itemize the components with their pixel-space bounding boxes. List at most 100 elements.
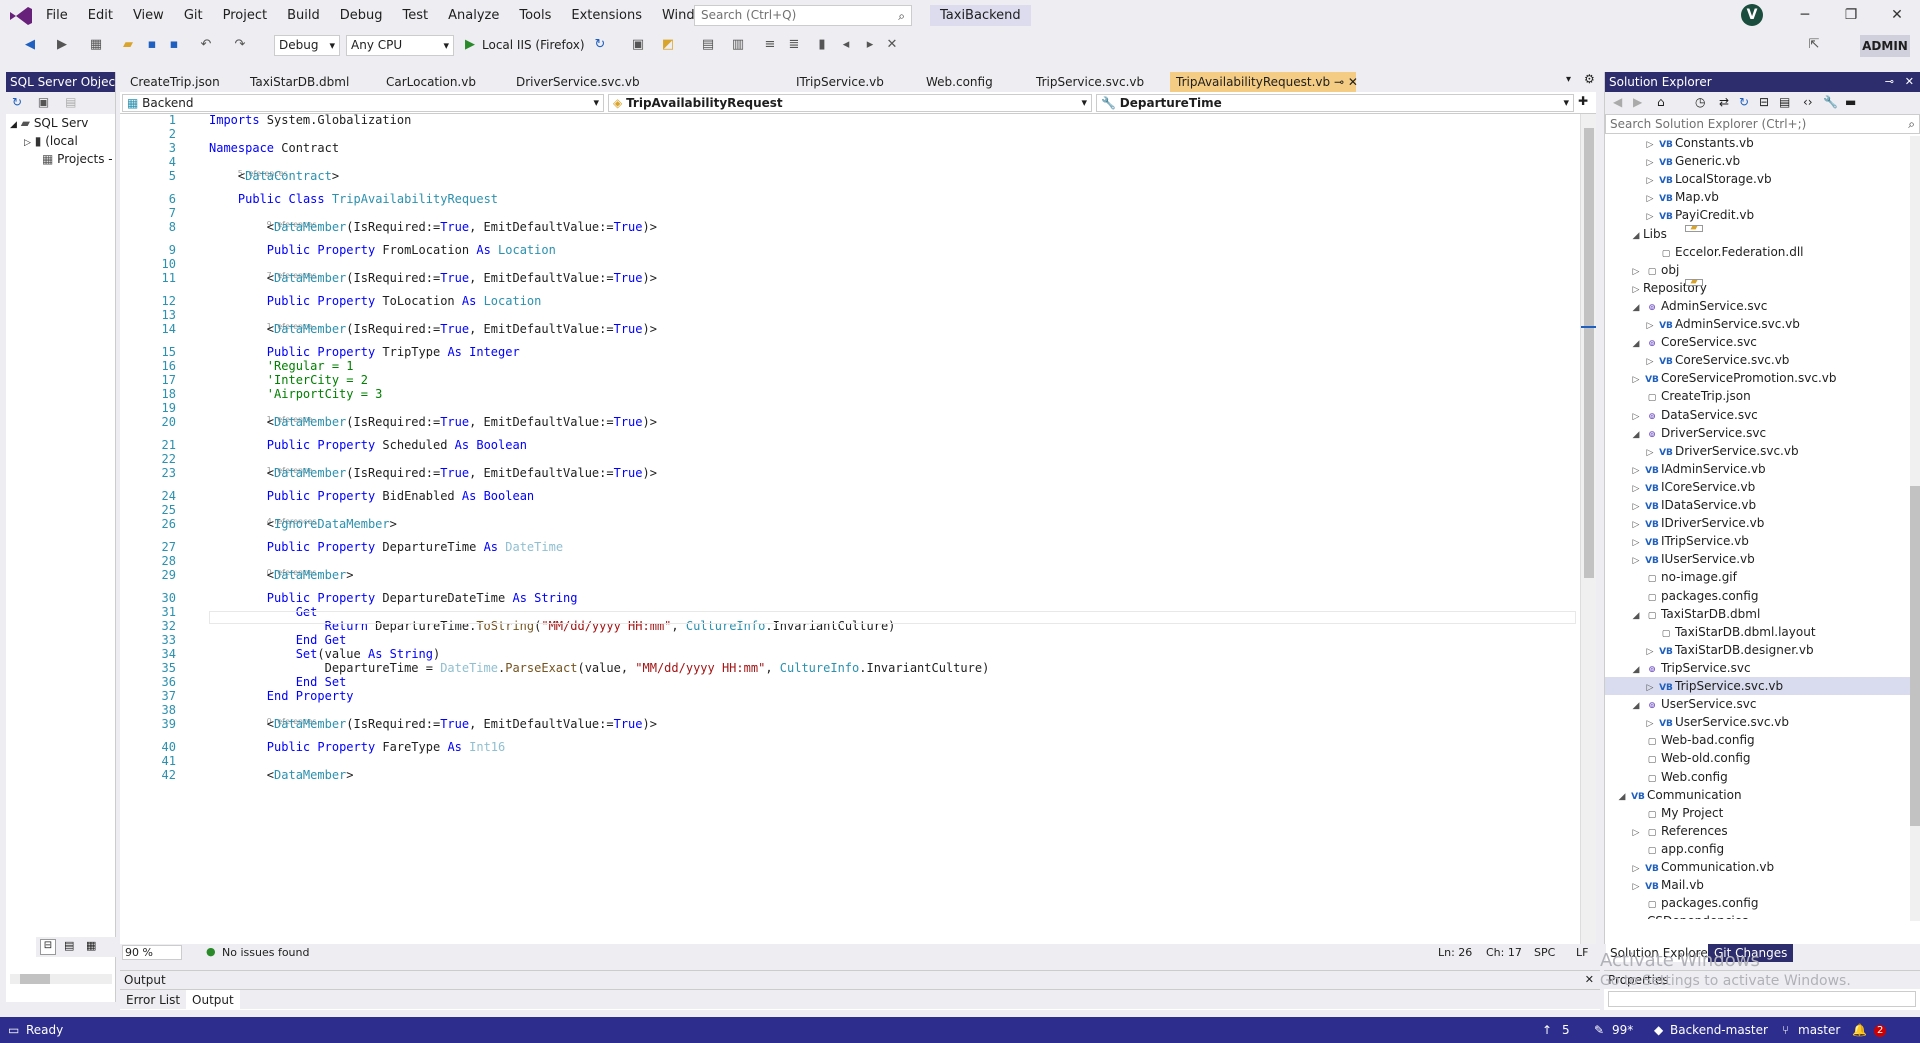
restore-icon[interactable]: ❐ [1828, 0, 1874, 31]
menu-extensions[interactable]: Extensions [561, 0, 652, 31]
tab-dropdown-icon[interactable]: ▾ [1566, 74, 1571, 85]
whitespace-mode[interactable]: SPC [1534, 946, 1555, 959]
admin-button[interactable]: ADMIN [1860, 35, 1910, 57]
code-line[interactable]: Set(value As String) [209, 647, 441, 661]
code-line[interactable]: Public Property Scheduled As Boolean [209, 438, 527, 452]
code-line[interactable]: Namespace Contract [209, 141, 339, 155]
code-line[interactable]: <DataMember(IsRequired:=True, EmitDefaul… [209, 271, 657, 285]
solution-tree-item[interactable]: ▷ VB Map.vb [1605, 188, 1911, 206]
redo-icon[interactable]: ↷ [232, 36, 248, 54]
indent-icon[interactable]: ≡ [762, 36, 778, 54]
code-line[interactable]: Public Property ToLocation As Location [209, 294, 542, 308]
code-line[interactable]: Imports System.Globalization [209, 114, 411, 127]
menu-view[interactable]: View [123, 0, 174, 31]
solution-tree-item[interactable]: ▷ VB IDriverService.vb [1605, 514, 1911, 532]
solution-tree-item[interactable]: ◢ ⊚ UserService.svc [1605, 695, 1911, 713]
changes-count[interactable]: 99* [1612, 1017, 1633, 1043]
add-icon[interactable]: ✚ [1578, 94, 1588, 108]
branch-icon[interactable]: ⑂ [1782, 1017, 1789, 1043]
run-target-button[interactable]: Local IIS (Firefox) [482, 35, 585, 55]
code-line[interactable]: <DataMember> [209, 768, 354, 782]
solution-tree-item[interactable]: ▢ app.config [1605, 840, 1911, 858]
solution-tree-item[interactable]: ▷ VB DriverService.svc.vb [1605, 442, 1911, 460]
properties-icon[interactable]: 🔧 [1823, 95, 1838, 109]
solution-tree-item[interactable]: ◢ ▢ TaxiStarDB.dbml [1605, 605, 1911, 623]
solution-tree-item[interactable]: ▷ VB CoreServicePromotion.svc.vb [1605, 369, 1911, 387]
toolbar-icon-c[interactable]: ▤ [700, 36, 716, 54]
repository-name[interactable]: Backend-master [1670, 1017, 1768, 1043]
pencil-icon[interactable]: ✎ [1594, 1017, 1604, 1043]
menu-edit[interactable]: Edit [78, 0, 123, 31]
menu-test[interactable]: Test [393, 0, 439, 31]
close-icon[interactable]: ✕ [1874, 0, 1920, 31]
code-editor[interactable]: 1 Imports System.Globalization 2 3 Namespace… [120, 114, 1596, 944]
solution-tree-item[interactable]: ▷ VB TaxiStarDB.designer.vb [1605, 641, 1911, 659]
tab-carlocation-vb[interactable]: CarLocation.vb [380, 72, 504, 92]
code-line[interactable]: 'InterCity = 2 [209, 373, 368, 387]
code-line[interactable]: DepartureTime = DateTime.ParseExact(valu… [209, 661, 990, 675]
solution-tree-item[interactable]: ▷ VB AdminService.svc.vb [1605, 315, 1911, 333]
solution-tree-item[interactable]: ▢ Web-bad.config [1605, 731, 1911, 749]
code-line[interactable]: Public Class TripAvailabilityRequest [209, 192, 498, 206]
code-line[interactable]: Public Property DepartureTime As DateTim… [209, 540, 563, 554]
tree-item-sql-server[interactable]: ◢ ▰ SQL Serv [6, 114, 115, 132]
avatar[interactable]: V [1741, 4, 1763, 26]
tab-icon-c[interactable]: ▦ [86, 939, 96, 952]
refresh-icon[interactable]: ↻ [592, 36, 608, 54]
undo-icon[interactable]: ↶ [198, 36, 214, 54]
repository-icon[interactable]: ◆ [1654, 1017, 1663, 1043]
menu-analyze[interactable]: Analyze [438, 0, 509, 31]
solution-tree-item[interactable]: ▷ ▢ obj [1605, 261, 1911, 279]
tab-itripservice-vb[interactable]: ITripService.vb [790, 72, 912, 92]
solution-tree-item[interactable]: ▷ VB IDataService.vb [1605, 496, 1911, 514]
zoom-select[interactable]: 90 % [122, 945, 182, 960]
tab-tripavailabilityrequest-vb[interactable]: TripAvailabilityRequest.vb ⊸ ✕ [1170, 72, 1358, 92]
push-icon[interactable]: ↑ [1542, 1017, 1552, 1043]
forward-icon[interactable]: ▶ [1633, 95, 1642, 109]
refresh-icon[interactable]: ↻ [1739, 95, 1749, 109]
configuration-select[interactable]: Debug [274, 35, 340, 56]
vertical-scrollbar[interactable] [1580, 114, 1596, 944]
add-server-icon[interactable]: ▣ [32, 92, 55, 112]
tab-icon-b[interactable]: ▤ [64, 939, 74, 952]
menu-tools[interactable]: Tools [509, 0, 561, 31]
output-close-icon[interactable]: ✕ [1585, 973, 1594, 986]
solution-tree-item[interactable]: ▷ VB Constants.vb [1605, 134, 1911, 152]
solution-tree-item[interactable]: ▷ VB LocalStorage.vb [1605, 170, 1911, 188]
sync-icon[interactable]: ⇄ [1719, 95, 1729, 109]
code-line[interactable]: <IgnoreDataMember> [209, 517, 397, 531]
refresh-icon[interactable]: ↻ [6, 92, 28, 112]
horizontal-scrollbar[interactable] [10, 974, 112, 984]
menu-build[interactable]: Build [277, 0, 330, 31]
branch-name[interactable]: master [1798, 1017, 1840, 1043]
disconnect-icon[interactable]: ▤ [59, 92, 82, 112]
menu-debug[interactable]: Debug [330, 0, 393, 31]
solution-search-input[interactable]: Search Solution Explorer (Ctrl+;) ⌕ [1605, 114, 1920, 134]
solution-tree-item[interactable]: ◢ VB Communication [1605, 786, 1911, 804]
menu-git[interactable]: Git [174, 0, 213, 31]
minimize-icon[interactable]: ─ [1782, 0, 1828, 31]
solution-tree-item[interactable]: ◢ ⊚ CoreService.svc [1605, 333, 1911, 351]
tab-driverservice-svc-vb[interactable]: DriverService.svc.vb [510, 72, 778, 92]
code-line[interactable]: Public Property TripType As Integer [209, 345, 520, 359]
solution-tree-item[interactable]: ▷ VB IUserService.vb [1605, 550, 1911, 568]
scrollbar-thumb[interactable] [1584, 128, 1594, 578]
code-line[interactable]: 'Regular = 1 [209, 359, 354, 373]
code-line[interactable]: Public Property BidEnabled As Boolean [209, 489, 534, 503]
code-line[interactable]: <DataMember(IsRequired:=True, EmitDefaul… [209, 466, 657, 480]
save-all-icon[interactable]: ▪ [166, 36, 182, 54]
line-number[interactable]: Ln: 26 [1438, 946, 1472, 959]
code-line[interactable]: <DataMember(IsRequired:=True, EmitDefaul… [209, 220, 657, 234]
tree-item-local[interactable]: ▷ ▮ (local [6, 132, 115, 150]
solution-tree-item[interactable]: ◢ ⊚ TripService.svc [1605, 659, 1911, 677]
play-icon[interactable]: ▶ [462, 36, 478, 54]
platform-select[interactable]: Any CPU [346, 35, 454, 56]
solution-tree-item[interactable]: ▢ Eccelor.Federation.dll [1605, 243, 1911, 261]
solution-tree-item[interactable]: ◢▢CSDependencies [1605, 912, 1911, 919]
live-share-icon[interactable]: ⇱ [1806, 36, 1822, 54]
back-icon[interactable]: ◀ [1613, 95, 1622, 109]
line-ending[interactable]: LF [1576, 946, 1588, 959]
solution-tree-item[interactable]: ◢ ⊚ AdminService.svc [1605, 297, 1911, 315]
solution-tree-item[interactable]: ▷ VB UserService.svc.vb [1605, 713, 1911, 731]
solution-tree-item[interactable]: ▢ packages.config [1605, 894, 1911, 912]
